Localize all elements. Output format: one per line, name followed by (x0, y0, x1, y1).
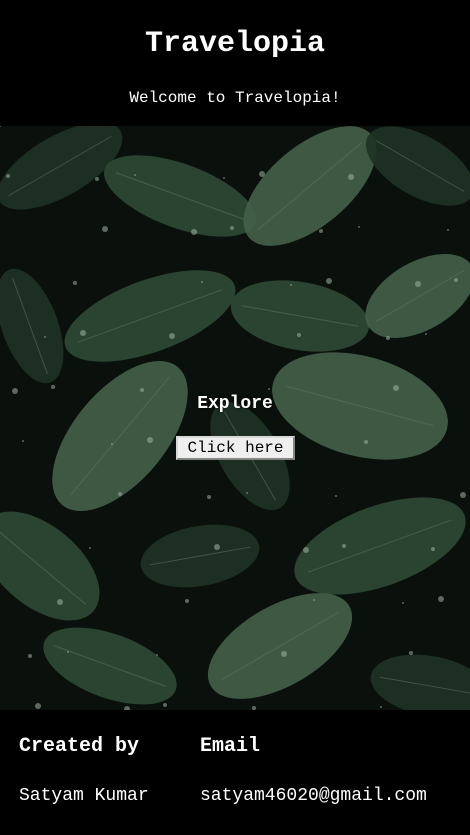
water-drop (57, 599, 63, 605)
water-drop (44, 336, 46, 338)
water-drop (246, 492, 248, 494)
water-drop (313, 599, 315, 601)
water-drop (214, 544, 220, 550)
water-drop (438, 596, 444, 602)
water-drop (425, 333, 427, 335)
water-drop (319, 229, 323, 233)
water-drop (147, 437, 153, 443)
water-drop (201, 281, 203, 283)
water-drop (22, 440, 24, 442)
water-drop (358, 226, 360, 228)
water-drop (28, 654, 32, 658)
water-drop (342, 544, 346, 548)
water-drop (35, 703, 41, 709)
author-email[interactable]: satyam46020@gmail.com (200, 785, 427, 807)
water-drop (259, 171, 265, 177)
water-drop (134, 174, 136, 176)
author-name: Satyam Kumar (19, 786, 149, 806)
water-drop (460, 492, 466, 498)
water-drop (6, 174, 10, 178)
water-drop (169, 333, 175, 339)
water-drop (348, 174, 354, 180)
water-drop (290, 284, 292, 286)
water-drop (89, 547, 91, 549)
water-drop (326, 278, 332, 284)
water-drop (163, 703, 167, 707)
site-header: Travelopia Welcome to Travelopia! (0, 0, 470, 126)
created-by-heading: Created by (19, 735, 140, 758)
hero-section: Explore Click here (0, 126, 470, 710)
water-drop (207, 495, 211, 499)
water-drop (185, 599, 189, 603)
welcome-text: Welcome to Travelopia! (129, 89, 341, 107)
click-here-button[interactable]: Click here (176, 436, 295, 460)
water-drop (111, 443, 113, 445)
water-drop (364, 440, 368, 444)
water-drop (393, 385, 399, 391)
water-drop (95, 177, 99, 181)
water-drop (156, 654, 158, 656)
site-footer: Created by Email Satyam Kumar satyam4602… (0, 710, 470, 835)
water-drop (447, 229, 449, 231)
water-drop (335, 495, 337, 497)
water-drop (380, 706, 382, 708)
water-drop (223, 177, 225, 179)
water-drop (51, 385, 55, 389)
water-drop (73, 281, 77, 285)
site-title: Travelopia (144, 27, 326, 61)
water-drop (386, 336, 390, 340)
water-drop (230, 226, 234, 230)
email-heading: Email (200, 735, 261, 758)
water-drop (409, 651, 413, 655)
water-drop (454, 278, 458, 282)
water-drop (431, 547, 435, 551)
water-drop (191, 229, 197, 235)
water-drop (80, 330, 86, 336)
water-drop (67, 651, 69, 653)
water-drop (140, 388, 144, 392)
water-drop (415, 281, 421, 287)
water-drop (303, 547, 309, 553)
water-drop (268, 388, 270, 390)
explore-heading: Explore (197, 394, 273, 414)
water-drop (102, 226, 108, 232)
water-drop (118, 492, 122, 496)
water-drop (281, 651, 287, 657)
water-drop (297, 333, 301, 337)
water-drop (402, 602, 404, 604)
leaves-background-image (0, 126, 470, 710)
